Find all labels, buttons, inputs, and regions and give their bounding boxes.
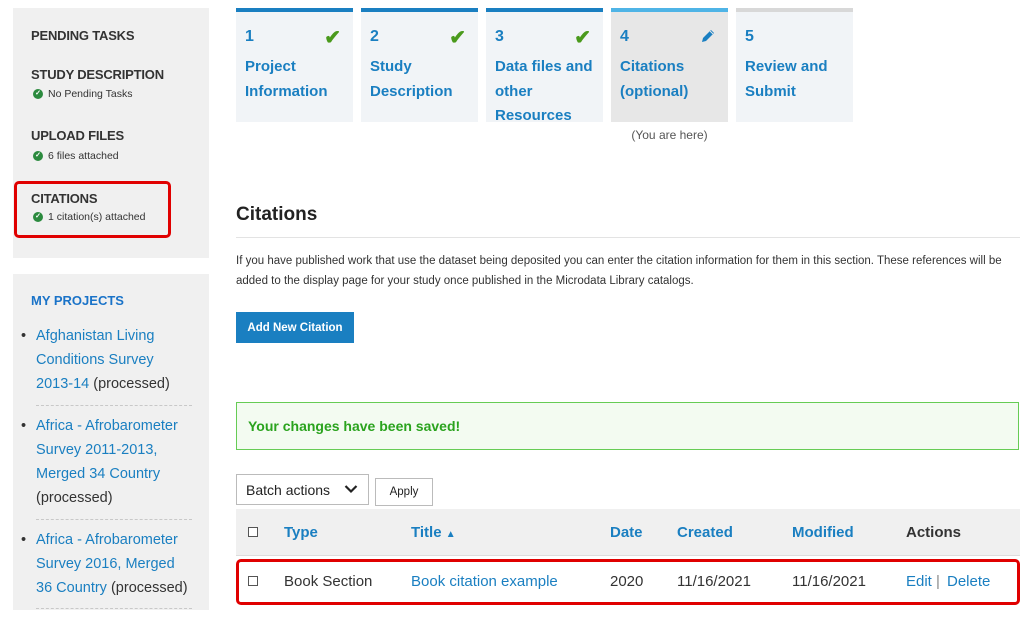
my-projects-title: MY PROJECTS bbox=[31, 293, 124, 308]
step-label: Review and Submit bbox=[745, 58, 828, 100]
batch-actions-label: Batch actions bbox=[246, 482, 331, 498]
success-alert: Your changes have been saved! bbox=[236, 402, 1019, 450]
you-are-here-label: (You are here) bbox=[631, 128, 708, 142]
batch-actions-select[interactable]: Batch actions bbox=[236, 474, 369, 505]
task-upload-files-status: ✓ 6 files attached bbox=[33, 150, 119, 162]
column-header-title-label: Title bbox=[411, 524, 442, 541]
column-header-modified[interactable]: Modified bbox=[792, 524, 854, 541]
project-link[interactable]: Afghanistan Living bbox=[36, 328, 155, 344]
step-number: 5 bbox=[745, 28, 754, 45]
step-review-submit[interactable]: 5 Review and Submit bbox=[736, 8, 853, 122]
my-projects-panel: MY PROJECTS • Afghanistan Living Conditi… bbox=[13, 274, 209, 610]
task-study-description[interactable]: STUDY DESCRIPTION bbox=[31, 67, 164, 82]
chevron-down-icon bbox=[344, 485, 358, 494]
citations-description: If you have published work that use the … bbox=[236, 255, 1002, 287]
step-data-files[interactable]: 3 ✔ Data files and other Resources bbox=[486, 8, 603, 124]
citations-highlight-box bbox=[14, 181, 171, 238]
divider bbox=[236, 237, 1020, 238]
project-link[interactable]: Survey 2011-2013, bbox=[36, 442, 157, 458]
checkmark-icon: ✔ bbox=[324, 27, 341, 49]
step-number: 4 bbox=[620, 28, 629, 45]
column-header-actions: Actions bbox=[906, 524, 962, 541]
task-study-description-status: ✓ No Pending Tasks bbox=[33, 88, 132, 100]
check-circle-icon: ✓ bbox=[33, 89, 43, 99]
step-number: 1 bbox=[245, 28, 254, 45]
step-project-information[interactable]: 1 ✔ Project Information bbox=[236, 8, 353, 122]
pencil-icon bbox=[702, 30, 714, 42]
add-new-citation-button[interactable]: Add New Citation bbox=[236, 312, 354, 343]
column-header-date[interactable]: Date bbox=[610, 524, 643, 541]
project-link[interactable]: Merged 34 Country bbox=[36, 466, 160, 482]
column-header-type[interactable]: Type bbox=[284, 524, 318, 541]
step-label: Citations (optional) bbox=[620, 58, 689, 100]
step-label: Study Description bbox=[370, 58, 453, 100]
success-message: Your changes have been saved! bbox=[248, 418, 461, 434]
project-link[interactable]: 36 Country bbox=[36, 580, 107, 596]
step-label: Project Information bbox=[245, 58, 328, 100]
bullet-icon: • bbox=[21, 532, 27, 548]
project-link[interactable]: 2013-14 bbox=[36, 376, 89, 392]
pending-tasks-title: PENDING TASKS bbox=[31, 28, 135, 43]
bullet-icon: • bbox=[21, 418, 27, 434]
sort-ascending-icon: ▲ bbox=[445, 529, 456, 540]
project-status: (processed) bbox=[36, 490, 113, 506]
step-number: 3 bbox=[495, 28, 504, 45]
column-header-created[interactable]: Created bbox=[677, 524, 733, 541]
select-all-checkbox[interactable] bbox=[248, 527, 258, 537]
project-link[interactable]: Conditions Survey bbox=[36, 352, 154, 368]
project-link[interactable]: Africa - Afrobarometer bbox=[36, 418, 178, 434]
step-label: Data files and other Resources bbox=[495, 58, 593, 124]
step-study-description[interactable]: 2 ✔ Study Description bbox=[361, 8, 478, 122]
divider bbox=[36, 608, 192, 609]
step-number: 2 bbox=[370, 28, 379, 45]
divider bbox=[36, 405, 192, 406]
citation-row-highlight-box bbox=[236, 559, 1020, 605]
project-link[interactable]: Survey 2016, Merged bbox=[36, 556, 175, 572]
project-status: (processed) bbox=[110, 580, 188, 596]
table-header: Type Title ▲ Date Created Modified Actio… bbox=[236, 509, 1020, 555]
checkmark-icon: ✔ bbox=[574, 27, 591, 49]
task-upload-files[interactable]: UPLOAD FILES bbox=[31, 128, 124, 143]
page-title: Citations bbox=[236, 204, 318, 225]
task-status-text: No Pending Tasks bbox=[48, 88, 133, 100]
column-header-title[interactable]: Title ▲ bbox=[411, 524, 456, 541]
step-citations[interactable]: 4 Citations (optional) bbox=[611, 8, 728, 122]
checkmark-icon: ✔ bbox=[449, 27, 466, 49]
project-link[interactable]: Africa - Afrobarometer bbox=[36, 532, 178, 548]
project-status: (processed) bbox=[93, 376, 170, 392]
check-circle-icon: ✓ bbox=[33, 151, 43, 161]
divider bbox=[36, 519, 192, 520]
bullet-icon: • bbox=[21, 328, 27, 344]
apply-button[interactable]: Apply bbox=[375, 478, 433, 506]
task-status-text: 6 files attached bbox=[48, 150, 119, 162]
